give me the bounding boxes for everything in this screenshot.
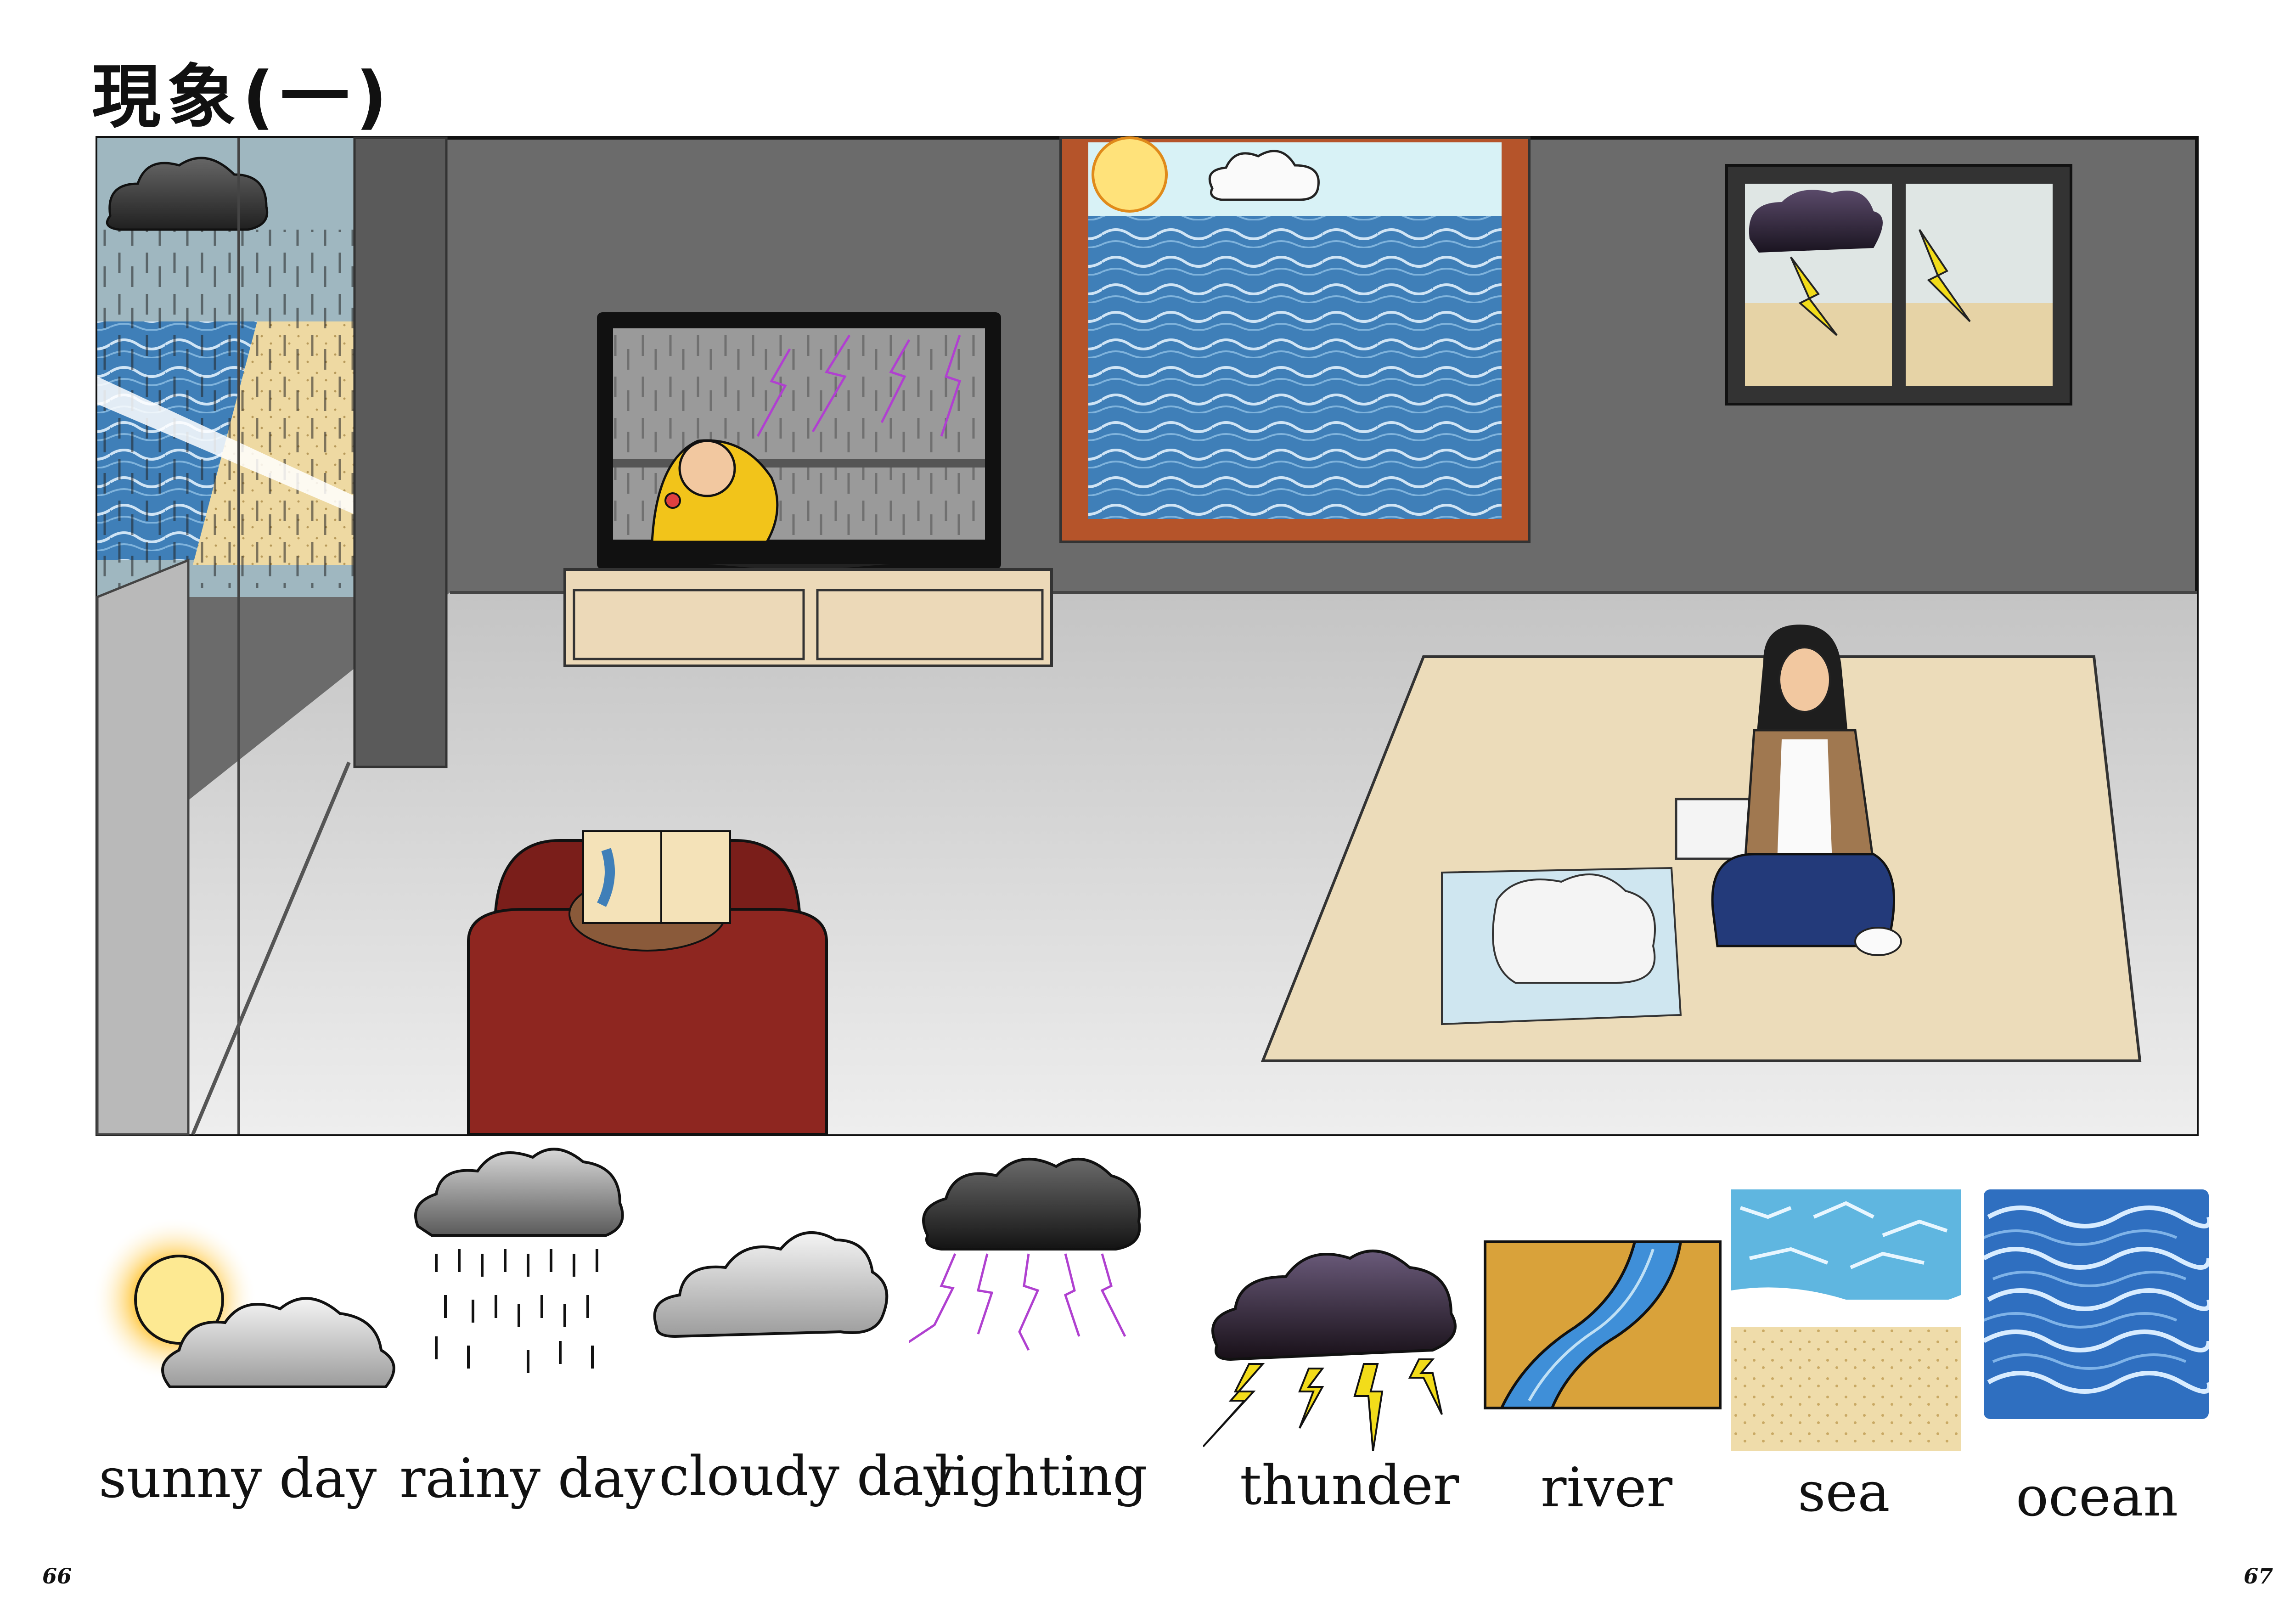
vocab-label-cloudy: cloudy day: [659, 1444, 955, 1508]
vocab-label-ocean: ocean: [2016, 1465, 2178, 1528]
thunder-cloud-icon: [1203, 1250, 1457, 1451]
sea-icon: [1731, 1189, 1961, 1451]
ocean-icon: [1984, 1189, 2209, 1419]
river-icon: [1484, 1240, 1722, 1409]
vocab-label-rainy: rainy day: [400, 1447, 656, 1510]
vocab-label-sea: sea: [1798, 1460, 1890, 1524]
cloud-icon: [653, 1231, 889, 1338]
page-number-right: 67: [2244, 1564, 2273, 1588]
vocab-label-lighting: lighting: [934, 1444, 1148, 1508]
vocab-label-sunny: sunny day: [99, 1447, 377, 1510]
vocab-label-thunder: thunder: [1240, 1453, 1459, 1517]
vocab-label-river: river: [1541, 1456, 1673, 1519]
page-number-left: 66: [42, 1564, 72, 1588]
lightning-cloud-icon: [909, 1158, 1141, 1351]
sun-cloud-icon: [92, 1217, 395, 1388]
rain-cloud-icon: [414, 1148, 624, 1373]
